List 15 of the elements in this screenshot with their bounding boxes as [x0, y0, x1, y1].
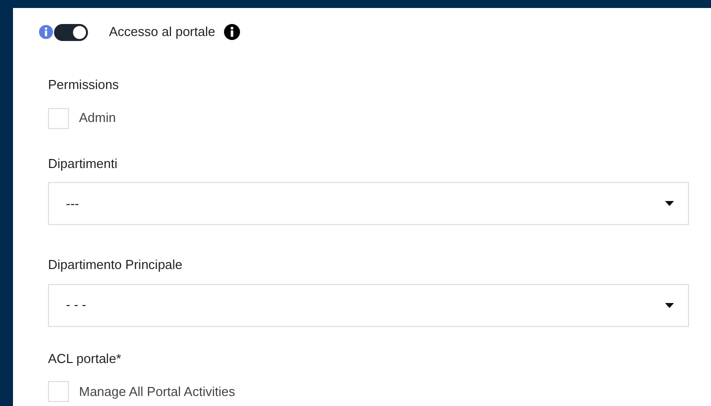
checkbox[interactable]: [48, 108, 69, 128]
field-label: Dipartimenti: [48, 154, 118, 173]
toggle-label: Accesso al portale: [109, 23, 216, 42]
info-icon[interactable]: [224, 24, 240, 40]
section-label: ACL portale*: [48, 350, 122, 368]
checkbox[interactable]: [48, 381, 69, 402]
caret-icon: [665, 201, 674, 206]
select-field[interactable]: - - -: [48, 284, 689, 326]
checkbox-label: Manage All Portal Activities: [79, 382, 236, 401]
checkbox-label: Admin: [79, 109, 116, 128]
caret-icon: [665, 302, 674, 308]
select-field[interactable]: ---: [48, 182, 689, 225]
field-label: Dipartimento Principale: [48, 256, 184, 274]
section-label: Permissions: [48, 76, 120, 94]
toggle-switch[interactable]: [54, 24, 88, 40]
